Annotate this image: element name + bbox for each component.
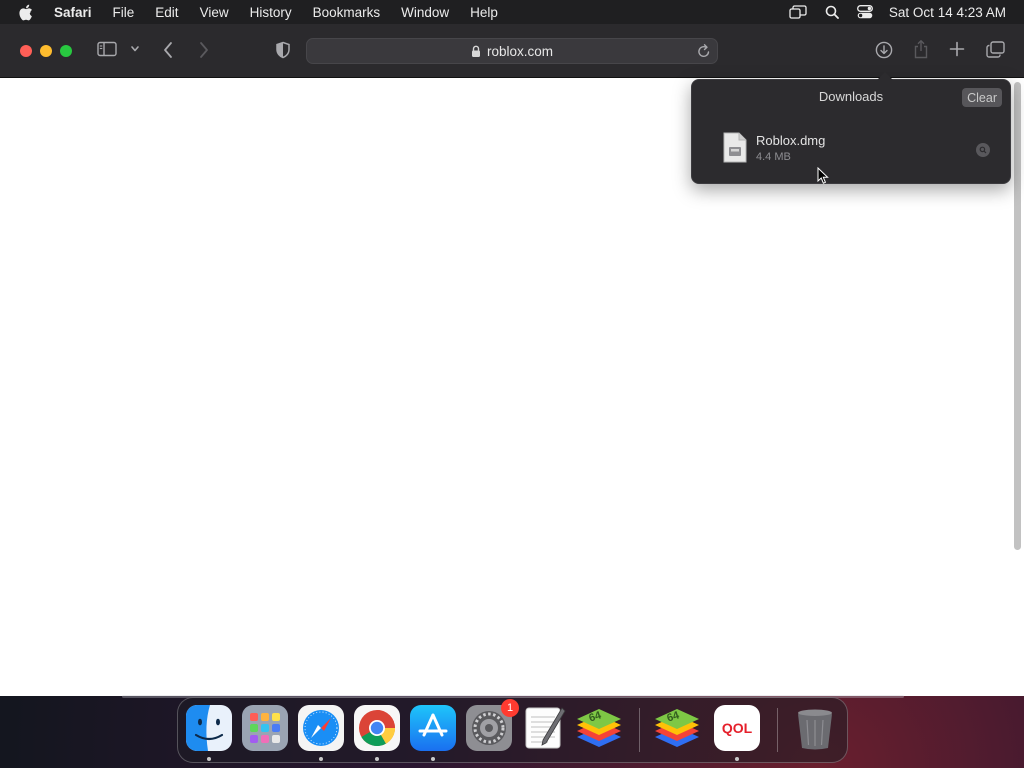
screen-mirroring-icon[interactable] <box>789 5 807 19</box>
running-indicator <box>735 757 739 761</box>
spotlight-search-icon[interactable] <box>825 5 839 19</box>
tab-group-chevron-down-icon[interactable] <box>130 43 140 55</box>
qol-label: QOL <box>721 720 753 736</box>
share-icon[interactable] <box>913 39 929 59</box>
menu-help[interactable]: Help <box>470 5 498 20</box>
menu-app-name[interactable]: Safari <box>54 5 92 20</box>
dock-chrome-icon[interactable] <box>354 705 400 751</box>
address-url: roblox.com <box>486 43 554 59</box>
address-bar[interactable]: roblox.com <box>306 38 718 64</box>
dock-bluestacks-multi-icon[interactable]: 64 <box>652 705 699 751</box>
menu-clock[interactable]: Sat Oct 14 4:23 AM <box>889 5 1006 20</box>
menu-view[interactable]: View <box>200 5 229 20</box>
dock-finder-icon[interactable] <box>186 705 232 751</box>
dock: 1 64 64 QOL <box>177 697 848 763</box>
clear-downloads-button[interactable]: Clear <box>962 88 1002 107</box>
dock-qol-icon[interactable]: QOL <box>714 705 760 751</box>
dock-separator <box>777 708 778 752</box>
disk-image-file-icon <box>723 132 747 168</box>
forward-icon[interactable] <box>198 41 210 59</box>
menu-file[interactable]: File <box>113 5 135 20</box>
download-file-name: Roblox.dmg <box>756 133 826 148</box>
dock-app-store-icon[interactable] <box>410 705 456 751</box>
reload-icon[interactable] <box>697 43 711 59</box>
downloads-icon[interactable] <box>875 41 893 59</box>
menu-bookmarks[interactable]: Bookmarks <box>313 5 381 20</box>
menu-edit[interactable]: Edit <box>155 5 178 20</box>
running-indicator <box>319 757 323 761</box>
running-indicator <box>207 757 211 761</box>
sidebar-toggle-icon[interactable] <box>97 41 117 57</box>
dock-safari-icon[interactable] <box>298 705 344 751</box>
notification-badge: 1 <box>501 699 519 717</box>
dock-trash-icon[interactable] <box>792 705 838 751</box>
minimize-window-button[interactable] <box>40 45 52 57</box>
privacy-shield-icon[interactable] <box>275 41 291 59</box>
dock-bluestacks-icon[interactable]: 64 <box>574 705 621 751</box>
running-indicator <box>375 757 379 761</box>
mouse-cursor-icon <box>817 166 829 190</box>
menu-bar: Safari File Edit View History Bookmarks … <box>0 0 1024 24</box>
back-icon[interactable] <box>162 41 174 59</box>
menu-window[interactable]: Window <box>401 5 449 20</box>
dock-separator <box>639 708 640 752</box>
apple-menu-icon[interactable] <box>18 4 36 21</box>
downloads-popover: Downloads Clear Roblox.dmg 4.4 MB <box>691 72 1011 184</box>
vertical-scrollbar[interactable] <box>1014 82 1021 550</box>
new-tab-plus-icon[interactable] <box>949 41 965 57</box>
reveal-in-finder-icon[interactable] <box>976 143 990 157</box>
dock-system-settings-icon[interactable]: 1 <box>466 699 519 751</box>
control-center-icon[interactable] <box>856 5 873 19</box>
dock-textedit-icon[interactable] <box>522 705 568 751</box>
zoom-window-button[interactable] <box>60 45 72 57</box>
dock-launchpad-icon[interactable] <box>242 705 288 751</box>
tab-overview-icon[interactable] <box>986 41 1005 58</box>
download-file-size: 4.4 MB <box>756 151 791 163</box>
safari-toolbar: roblox.com <box>0 24 1024 78</box>
close-window-button[interactable] <box>20 45 32 57</box>
running-indicator <box>431 757 435 761</box>
menu-history[interactable]: History <box>250 5 292 20</box>
lock-icon <box>471 45 481 58</box>
